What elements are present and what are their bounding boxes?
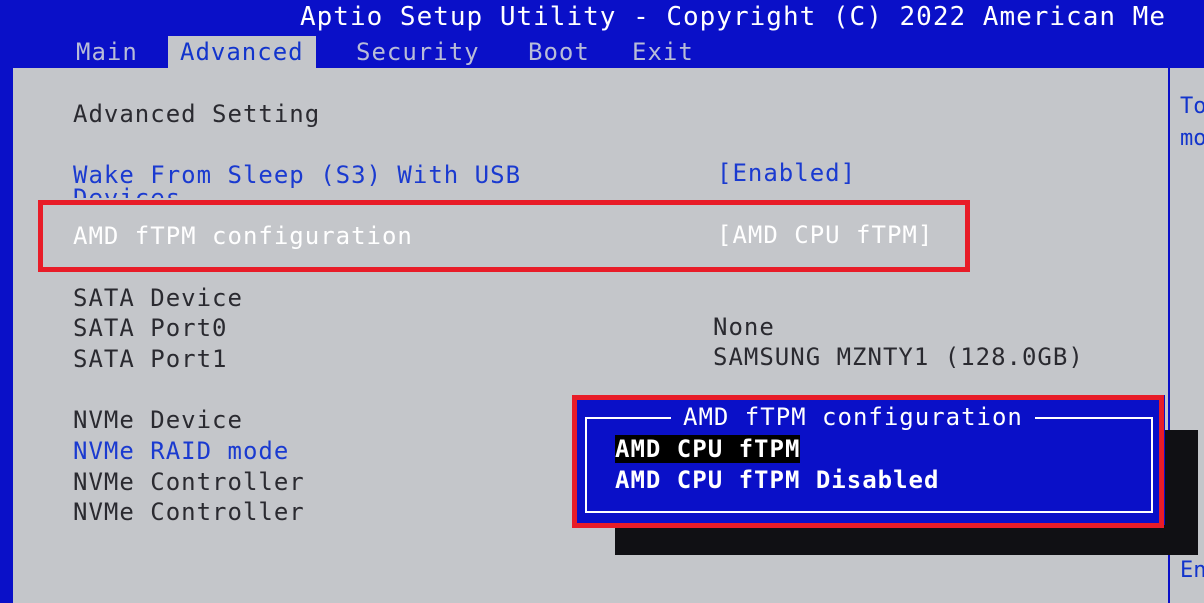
- sata-device-heading: SATA Device: [73, 284, 243, 312]
- menu-item-value: [Enabled]: [717, 159, 857, 187]
- tab-boot[interactable]: Boot: [528, 36, 590, 68]
- help-text: En: [1180, 558, 1204, 583]
- sata-port1-value: SAMSUNG MZNTY1 (128.0GB): [713, 343, 1084, 371]
- nvme-controller-label: NVMe Controller: [73, 498, 305, 526]
- sata-port0-value: None: [713, 313, 775, 341]
- highlight-box: [38, 200, 970, 272]
- menu-item-label-continued: Devices: [73, 184, 182, 198]
- title-bar: Aptio Setup Utility - Copyright (C) 2022…: [300, 2, 1166, 32]
- help-text: mo: [1180, 126, 1204, 151]
- popup-shadow: [615, 525, 1198, 555]
- menu-item-nvme-raid-mode[interactable]: NVMe RAID mode: [73, 437, 289, 465]
- nvme-device-heading: NVMe Device: [73, 406, 243, 434]
- section-title: Advanced Setting: [73, 100, 321, 128]
- tab-advanced[interactable]: Advanced: [168, 36, 316, 68]
- nvme-controller-label: NVMe Controller: [73, 468, 305, 496]
- sata-port1-label: SATA Port1: [73, 345, 228, 373]
- tab-security[interactable]: Security: [356, 36, 480, 68]
- help-text: To: [1180, 94, 1204, 119]
- tab-main[interactable]: Main: [76, 36, 138, 68]
- tab-exit[interactable]: Exit: [632, 36, 694, 68]
- sata-port0-label: SATA Port0: [73, 314, 228, 342]
- highlight-box: [572, 395, 1164, 528]
